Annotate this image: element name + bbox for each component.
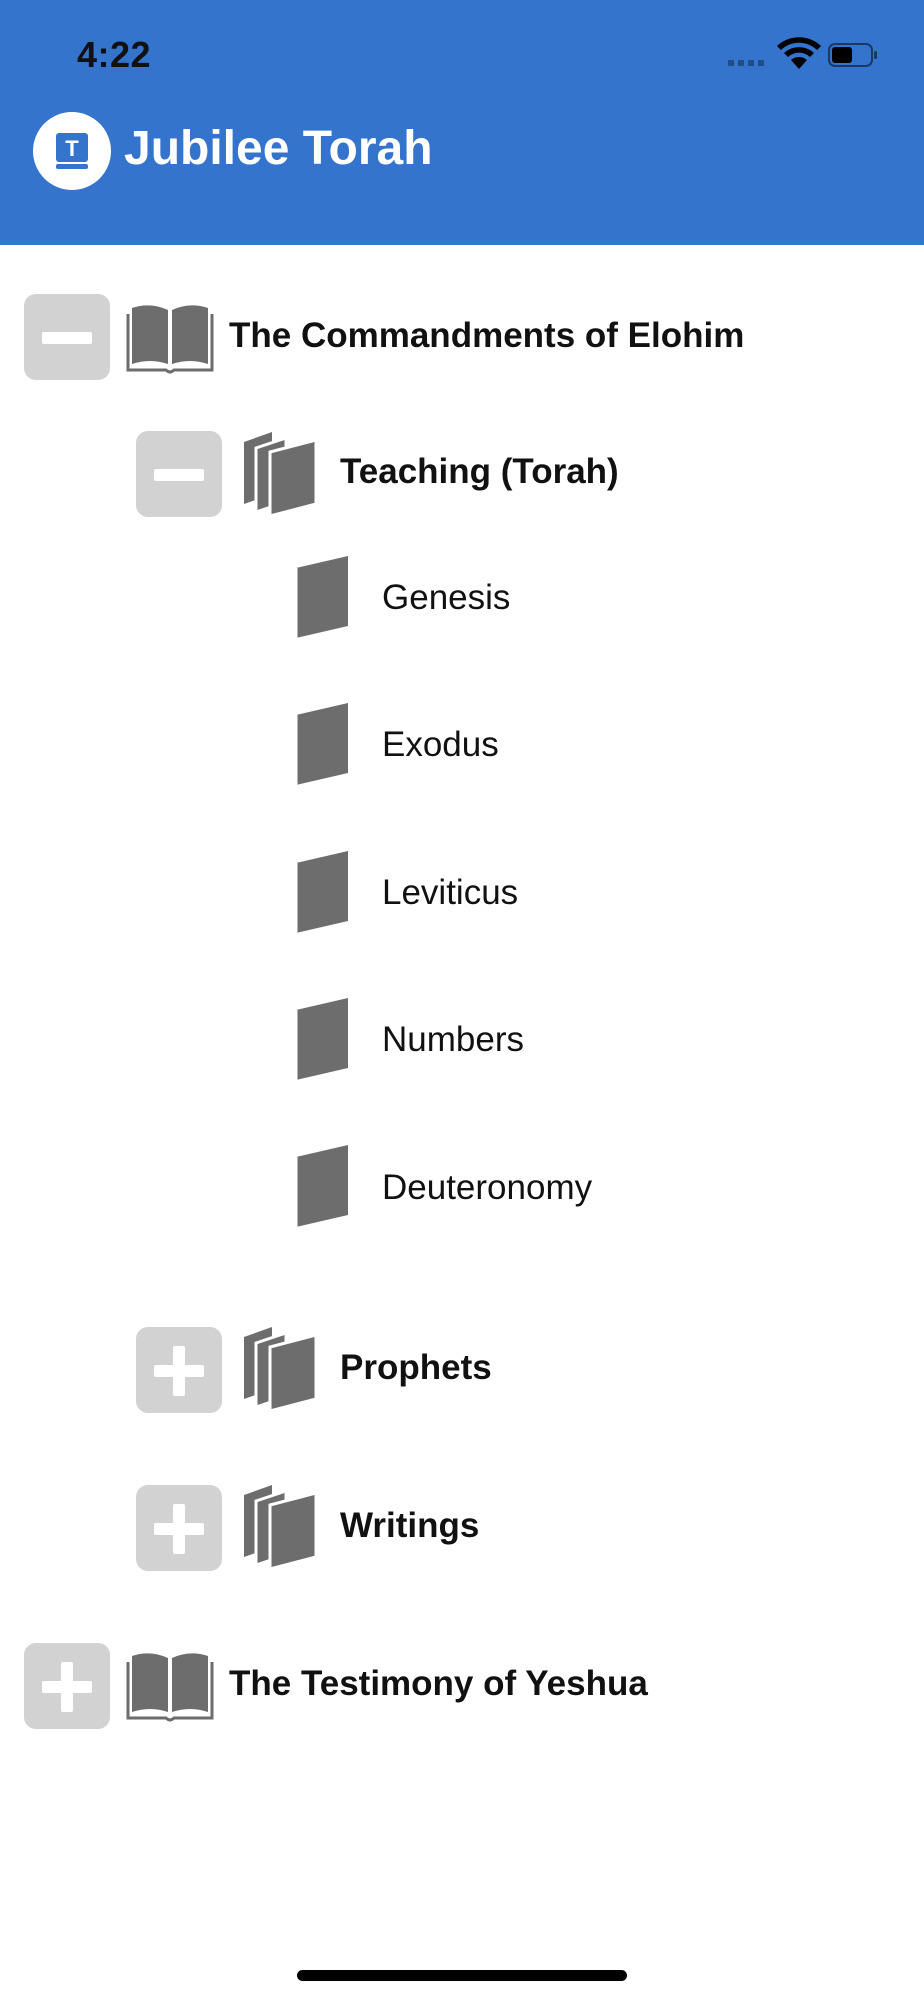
status-time: 4:22 [77, 34, 152, 75]
tree-node-label[interactable]: Teaching (Torah) [340, 452, 619, 492]
battery-icon [828, 43, 877, 67]
minus-icon [42, 332, 92, 344]
book-icon [294, 851, 348, 933]
collapse-button-commandments[interactable] [24, 294, 110, 380]
book-icon [294, 998, 348, 1080]
tree-node-label[interactable]: Writings [340, 1506, 479, 1546]
tree-leaf-label[interactable]: Deuteronomy [382, 1168, 592, 1208]
expand-button-prophets[interactable] [136, 1327, 222, 1413]
tree-node-label[interactable]: Prophets [340, 1348, 492, 1388]
book-icon [294, 703, 348, 785]
app-title: Jubilee Torah [124, 122, 433, 175]
app-logo-icon: T [33, 112, 111, 190]
tree-leaf-label[interactable]: Genesis [382, 578, 510, 618]
books-icon [244, 1327, 318, 1413]
open-book-icon [126, 305, 214, 374]
tree-leaf-label[interactable]: Exodus [382, 725, 499, 765]
tree-node-label[interactable]: The Commandments of Elohim [229, 316, 744, 356]
open-book-icon [126, 1653, 214, 1722]
books-icon [244, 1485, 318, 1571]
minus-icon [154, 469, 204, 481]
book-icon [294, 1145, 348, 1227]
cellular-signal-icon [728, 60, 764, 66]
books-icon [244, 432, 318, 518]
wifi-icon [777, 37, 821, 69]
tree-leaf-label[interactable]: Numbers [382, 1020, 524, 1060]
collapse-button-torah[interactable] [136, 431, 222, 517]
svg-text:T: T [65, 136, 79, 161]
app-header: 4:22 T Jubilee Torah [0, 0, 924, 245]
tree-node-label[interactable]: The Testimony of Yeshua [229, 1664, 648, 1704]
book-icon [294, 556, 348, 638]
expand-button-testimony[interactable] [24, 1643, 110, 1729]
home-indicator[interactable] [297, 1970, 627, 1981]
tree-leaf-label[interactable]: Leviticus [382, 873, 518, 913]
expand-button-writings[interactable] [136, 1485, 222, 1571]
